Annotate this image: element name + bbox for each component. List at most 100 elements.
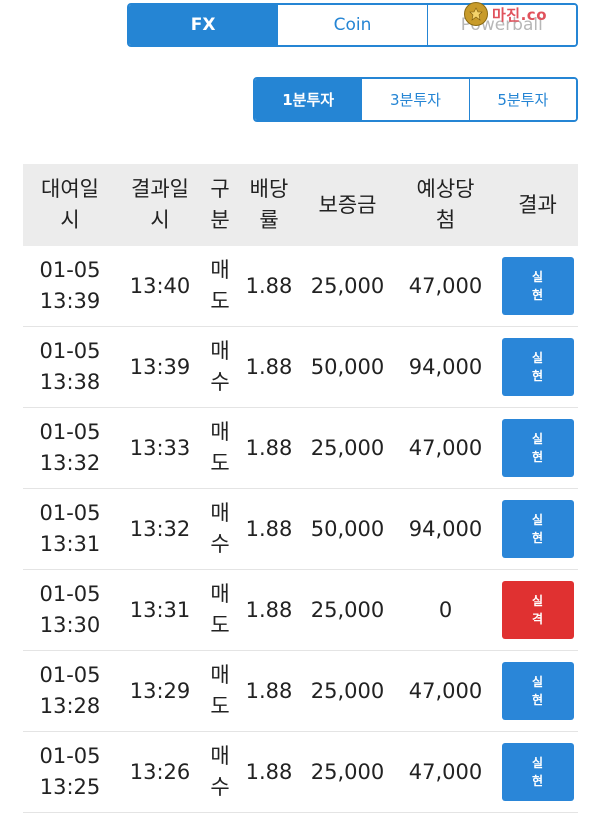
side-char-2: 수	[210, 775, 230, 799]
odds: 1.88	[237, 650, 301, 732]
expected-payout: 47,000	[394, 407, 497, 489]
result-time: 13:31	[117, 569, 203, 651]
rental-date: 01-05	[39, 420, 101, 444]
tab-3min[interactable]: 3분투자	[361, 79, 469, 120]
side-cell: 매도	[203, 650, 237, 732]
side-char-1: 매	[210, 258, 230, 282]
tab-coin[interactable]: Coin	[277, 5, 427, 45]
rental-time-cell: 01-05 13:38	[23, 326, 117, 408]
header-result-time: 결과일 시	[117, 164, 203, 246]
rental-time-cell: 01-05 13:30	[23, 569, 117, 651]
table-row: 01-05 13:28 13:29 매 도 1.88 25,000 47,000 실 현	[23, 650, 578, 732]
odds: 1.88	[237, 326, 301, 408]
side-char-1: 매	[210, 663, 230, 687]
rental-time: 13:31	[39, 532, 101, 556]
side-char-1: 매	[210, 582, 230, 606]
deposit: 25,000	[301, 731, 394, 813]
odds: 1.88	[237, 569, 301, 651]
table-row: 01-05 13:31 13:32 매 수 1.88 50,000 94,000 실 현	[23, 488, 578, 570]
rental-time-cell: 01-05 13:32	[23, 407, 117, 489]
rental-date: 01-05	[39, 339, 101, 363]
result-time: 13:39	[117, 326, 203, 408]
result-time: 13:40	[117, 246, 203, 327]
trade-history-table: 대여일 시 결과일 시 구분 배당 률 보증금 예상당 첨 결과 01-05 13:39 1…	[23, 164, 578, 813]
header-deposit: 보증금	[301, 164, 394, 246]
side-char-2: 도	[210, 451, 230, 475]
rental-time-cell: 01-05 13:28	[23, 650, 117, 732]
rental-time-cell: 01-05 13:25	[23, 731, 117, 813]
watermark: 마진.co	[464, 2, 547, 26]
header-result: 결과	[497, 164, 578, 246]
result-cell: 실 현	[497, 326, 578, 408]
rental-date: 01-05	[39, 744, 101, 768]
result-badge-button[interactable]: 실 현	[501, 500, 574, 558]
header-odds: 배당 률	[237, 164, 301, 246]
result-time: 13:33	[117, 407, 203, 489]
odds: 1.88	[237, 246, 301, 327]
side-char-2: 수	[210, 370, 230, 394]
header-rental-time: 대여일 시	[23, 164, 117, 246]
side-cell: 매도	[203, 569, 237, 651]
tab-1min[interactable]: 1분투자	[255, 79, 362, 120]
result-badge-button[interactable]: 실 현	[501, 338, 574, 396]
side-cell: 매수	[203, 326, 237, 408]
table-row: 01-05 13:32 13:33 매 도 1.88 25,000 47,000 실 현	[23, 407, 578, 489]
rental-date: 01-05	[39, 663, 101, 687]
eagle-emblem-icon	[464, 2, 488, 26]
side-char-1: 매	[210, 744, 230, 768]
rental-date: 01-05	[39, 258, 101, 282]
result-badge-button[interactable]: 실 현	[501, 662, 574, 720]
header-expected: 예상당 첨	[394, 164, 497, 246]
result-cell: 실 현	[497, 488, 578, 570]
result-time: 13:32	[117, 488, 203, 570]
side-char-2: 도	[210, 613, 230, 637]
rental-time: 13:25	[39, 775, 101, 799]
expected-payout: 47,000	[394, 246, 497, 327]
table-row: 01-05 13:25 13:26 매 수 1.88 25,000 47,000 실 현	[23, 731, 578, 813]
side-char-2: 수	[210, 532, 230, 556]
side-cell: 매도	[203, 246, 237, 327]
expected-payout: 47,000	[394, 731, 497, 813]
expected-payout: 47,000	[394, 650, 497, 732]
side-char-2: 도	[210, 694, 230, 718]
table-row: 01-05 13:30 13:31 매 도 1.88 25,000 0 실 격	[23, 569, 578, 651]
tab-5min[interactable]: 5분투자	[468, 79, 576, 120]
deposit: 50,000	[301, 488, 394, 570]
rental-time: 13:38	[39, 370, 101, 394]
result-cell: 실 현	[497, 407, 578, 489]
result-badge-button[interactable]: 실 현	[501, 743, 574, 801]
side-char-1: 매	[210, 501, 230, 525]
expected-payout: 94,000	[394, 326, 497, 408]
result-cell: 실 격	[497, 569, 578, 651]
side-cell: 매수	[203, 731, 237, 813]
table-header-row: 대여일 시 결과일 시 구분 배당 률 보증금 예상당 첨 결과	[23, 164, 578, 246]
result-badge-button[interactable]: 실 현	[501, 257, 574, 315]
result-cell: 실 현	[497, 246, 578, 327]
table-row: 01-05 13:38 13:39 매 수 1.88 50,000 94,000 실 현	[23, 326, 578, 408]
result-time: 13:29	[117, 650, 203, 732]
rental-time-cell: 01-05 13:39	[23, 246, 117, 327]
side-char-2: 도	[210, 289, 230, 313]
rental-date: 01-05	[39, 501, 101, 525]
side-char-1: 매	[210, 420, 230, 444]
deposit: 50,000	[301, 326, 394, 408]
tab-fx[interactable]: FX	[129, 5, 278, 45]
result-badge-button[interactable]: 실 격	[501, 581, 574, 639]
deposit: 25,000	[301, 569, 394, 651]
rental-time-cell: 01-05 13:31	[23, 488, 117, 570]
table-row: 01-05 13:39 13:40 매 도 1.88 25,000 47,000 실 현	[23, 246, 578, 327]
deposit: 25,000	[301, 650, 394, 732]
rental-time: 13:28	[39, 694, 101, 718]
rental-time: 13:30	[39, 613, 101, 637]
odds: 1.88	[237, 488, 301, 570]
interval-tabs: 1분투자 3분투자 5분투자	[253, 77, 578, 122]
rental-time: 13:39	[39, 289, 101, 313]
side-cell: 매도	[203, 407, 237, 489]
result-badge-button[interactable]: 실 현	[501, 419, 574, 477]
odds: 1.88	[237, 731, 301, 813]
rental-time: 13:32	[39, 451, 101, 475]
header-side: 구분	[203, 164, 237, 246]
deposit: 25,000	[301, 246, 394, 327]
expected-payout: 0	[394, 569, 497, 651]
side-char-1: 매	[210, 339, 230, 363]
